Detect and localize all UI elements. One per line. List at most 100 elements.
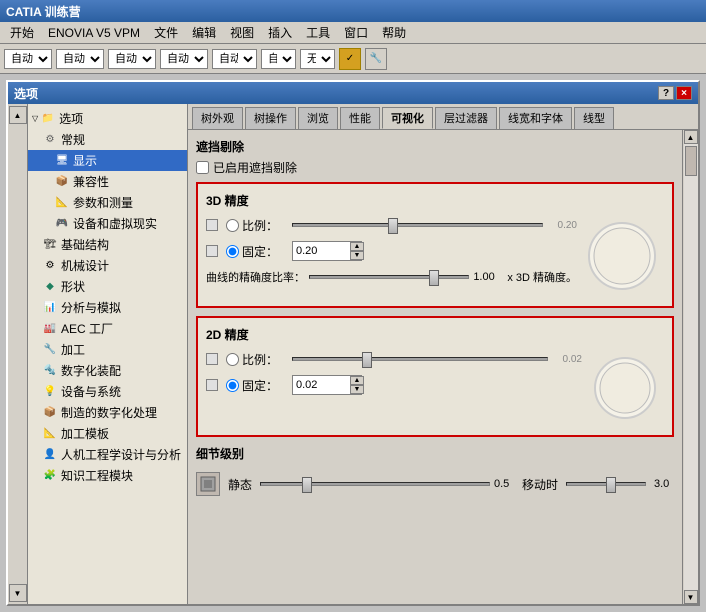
tab-tree-appearance[interactable]: 树外观 bbox=[192, 107, 243, 129]
scrollbar-thumb[interactable] bbox=[685, 146, 697, 176]
toolbar-select-7[interactable]: 无 bbox=[300, 49, 335, 69]
sidebar-item-equipment[interactable]: 💡 设备与系统 bbox=[28, 381, 187, 402]
sidebar-item-mech[interactable]: ⚙ 机械设计 bbox=[28, 255, 187, 276]
circle-preview-3d-container bbox=[581, 215, 664, 298]
tab-visualization[interactable]: 可视化 bbox=[382, 107, 433, 129]
precision-3d-title: 3D 精度 bbox=[206, 192, 664, 209]
menu-insert[interactable]: 插入 bbox=[262, 22, 298, 43]
toolbar-select-6[interactable]: 自 bbox=[261, 49, 296, 69]
toolbar-btn-1[interactable]: ✓ bbox=[339, 48, 361, 70]
toolbar-select-4[interactable]: 自动 bbox=[160, 49, 208, 69]
menu-tools[interactable]: 工具 bbox=[300, 22, 336, 43]
detail-moving-label: 移动时 bbox=[522, 476, 558, 493]
dialog-help-button[interactable]: ? bbox=[658, 86, 674, 100]
toolbar-select-3[interactable]: 自动 bbox=[108, 49, 156, 69]
occlusion-checkbox[interactable] bbox=[196, 161, 209, 174]
spinner2d-up[interactable]: ▲ bbox=[350, 376, 364, 385]
fixed-value-spinner[interactable]: ▲ ▼ bbox=[292, 241, 362, 261]
spinner-up[interactable]: ▲ bbox=[350, 242, 364, 251]
spinner-down[interactable]: ▼ bbox=[350, 251, 364, 260]
options-icon: 📁 bbox=[40, 111, 56, 127]
sidebar-item-machining-tmpl[interactable]: 📐 加工模板 bbox=[28, 423, 187, 444]
tab-linetype[interactable]: 线型 bbox=[574, 107, 614, 129]
machining-icon: 🔧 bbox=[42, 342, 58, 358]
sidebar-item-general[interactable]: ⚙ 常规 bbox=[28, 129, 187, 150]
ratio-icon bbox=[206, 219, 218, 231]
menu-enovia[interactable]: ENOVIA V5 VPM bbox=[42, 24, 146, 42]
ratio-slider-container bbox=[292, 215, 543, 235]
tab-layer-filter[interactable]: 层过滤器 bbox=[435, 107, 497, 129]
detail-static-svg bbox=[199, 475, 217, 493]
sidebar-item-label-digital-asm: 数字化装配 bbox=[61, 362, 121, 379]
detail-level-title: 细节级别 bbox=[196, 445, 674, 462]
tab-performance[interactable]: 性能 bbox=[340, 107, 380, 129]
detail-slider-thumb[interactable] bbox=[302, 477, 312, 493]
sidebar-item-machining[interactable]: 🔧 加工 bbox=[28, 339, 187, 360]
app-title: CATIA 训练营 bbox=[6, 3, 700, 20]
scrollbar-up-btn[interactable]: ▲ bbox=[684, 130, 698, 144]
ratio2d-radio[interactable] bbox=[226, 353, 239, 366]
sidebar-item-ergo[interactable]: 👤 人机工程学设计与分析 bbox=[28, 444, 187, 465]
fixed2d-value-spinner[interactable]: ▲ ▼ bbox=[292, 375, 362, 395]
menu-view[interactable]: 视图 bbox=[224, 22, 260, 43]
title-bar: CATIA 训练营 bbox=[0, 0, 706, 22]
dialog-title-buttons: ? × bbox=[658, 86, 692, 100]
sidebar-item-devices[interactable]: 🎮 设备和虚拟现实 bbox=[28, 213, 187, 234]
fixed-icon-area bbox=[206, 245, 220, 257]
sidebar-item-label-machining: 加工 bbox=[61, 341, 85, 358]
menu-edit[interactable]: 编辑 bbox=[186, 22, 222, 43]
sidebar-item-params[interactable]: 📐 参数和测量 bbox=[28, 192, 187, 213]
spinner2d-down[interactable]: ▼ bbox=[350, 385, 364, 394]
sidebar-scroll-up[interactable]: ▲ bbox=[9, 106, 27, 124]
fixed2d-value-input[interactable] bbox=[296, 379, 350, 391]
equipment-icon: 💡 bbox=[42, 384, 58, 400]
sidebar-item-compat[interactable]: 📦 兼容性 bbox=[28, 171, 187, 192]
detail-slider-track-container bbox=[260, 474, 490, 494]
tab-tree-operation[interactable]: 树操作 bbox=[245, 107, 296, 129]
menu-file[interactable]: 文件 bbox=[148, 22, 184, 43]
content-scroll-container: 遮挡剔除 已启用遮挡剔除 3D 精度 bbox=[188, 130, 698, 604]
ratio-slider-thumb[interactable] bbox=[388, 218, 398, 234]
occlusion-section: 遮挡剔除 已启用遮挡剔除 bbox=[196, 138, 674, 176]
tab-linewidth-font[interactable]: 线宽和字体 bbox=[499, 107, 572, 129]
infra-icon: 🏗 bbox=[42, 237, 58, 253]
dialog-close-button[interactable]: × bbox=[676, 86, 692, 100]
sidebar-item-options[interactable]: ▽ 📁 选项 bbox=[28, 108, 187, 129]
sidebar-item-display[interactable]: 🖥 显示 bbox=[28, 150, 187, 171]
menu-bar: 开始 ENOVIA V5 VPM 文件 编辑 视图 插入 工具 窗口 帮助 bbox=[0, 22, 706, 44]
fixed-radio[interactable] bbox=[226, 245, 239, 258]
fixed-label-text: 固定： bbox=[242, 243, 278, 260]
toolbar-select-2[interactable]: 自动 bbox=[56, 49, 104, 69]
toolbar-btn-2[interactable]: 🔧 bbox=[365, 48, 387, 70]
ergo-icon: 👤 bbox=[42, 447, 58, 463]
ratio2d-slider-container bbox=[292, 349, 548, 369]
curve-rate-thumb[interactable] bbox=[429, 270, 439, 286]
ratio2d-thumb[interactable] bbox=[362, 352, 372, 368]
toolbar-select-1[interactable]: 自动 bbox=[4, 49, 52, 69]
menu-help[interactable]: 帮助 bbox=[376, 22, 412, 43]
scrollbar-down-btn[interactable]: ▼ bbox=[684, 590, 698, 604]
sidebar-item-infra[interactable]: 🏗 基础结构 bbox=[28, 234, 187, 255]
ratio-max-value: 0.20 bbox=[549, 220, 577, 231]
sidebar-item-digital-asm[interactable]: 🔩 数字化装配 bbox=[28, 360, 187, 381]
spinner2d-buttons: ▲ ▼ bbox=[350, 376, 364, 394]
toolbar-select-5[interactable]: 自动 bbox=[212, 49, 257, 69]
dialog-body: ▲ ▼ ▽ 📁 选项 ⚙ 常规 🖥 bbox=[8, 104, 698, 604]
menu-start[interactable]: 开始 bbox=[4, 22, 40, 43]
fixed2d-radio[interactable] bbox=[226, 379, 239, 392]
sidebar-item-analysis[interactable]: 📊 分析与模拟 bbox=[28, 297, 187, 318]
tab-browse[interactable]: 浏览 bbox=[298, 107, 338, 129]
ratio-radio[interactable] bbox=[226, 219, 239, 232]
sidebar-item-knowledge[interactable]: 🧩 知识工程模块 bbox=[28, 465, 187, 486]
occlusion-checkbox-row: 已启用遮挡剔除 bbox=[196, 159, 674, 176]
menu-window[interactable]: 窗口 bbox=[338, 22, 374, 43]
fixed-value-input[interactable] bbox=[296, 245, 350, 257]
sidebar-scroll-down[interactable]: ▼ bbox=[9, 584, 27, 602]
ratio2d-label-text: 比例： bbox=[242, 351, 278, 368]
detail-moving-thumb[interactable] bbox=[606, 477, 616, 493]
sidebar-item-shape[interactable]: ◆ 形状 bbox=[28, 276, 187, 297]
curve-rate-row: 曲线的精确度比率： 1.00 x 3D 精确度。 bbox=[206, 267, 577, 287]
sidebar-item-mfg-digital[interactable]: 📦 制造的数字化处理 bbox=[28, 402, 187, 423]
sidebar-item-aec[interactable]: 🏭 AEC 工厂 bbox=[28, 318, 187, 339]
precision-3d-fixed-row: 固定： ▲ ▼ bbox=[206, 241, 577, 261]
